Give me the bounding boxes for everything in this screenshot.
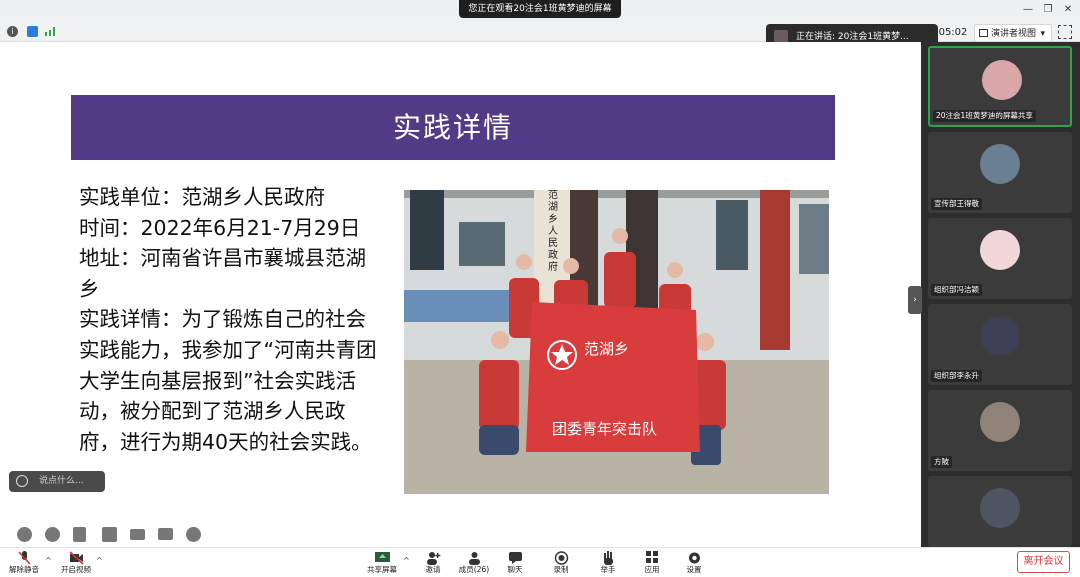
government-sign: 范湖乡人民政府 xyxy=(548,190,558,273)
participant-name: 20注会1班黄梦迪的屏幕共享 xyxy=(933,110,1036,122)
layout-icon xyxy=(979,29,988,37)
participant-tile[interactable]: 方陂 xyxy=(928,390,1072,471)
avatar xyxy=(982,60,1022,100)
restore-button[interactable]: ❐ xyxy=(1040,4,1056,15)
banner-text-top: 范湖乡 xyxy=(584,340,630,358)
practice-address: 地址：河南省许昌市襄城县范湖乡 xyxy=(79,246,366,301)
title-bar: 您正在观看20注会1班黄梦迪的屏幕 — ❐ ✕ xyxy=(0,0,1080,22)
share-screen-icon xyxy=(374,552,390,562)
mic-options-caret[interactable]: ^ xyxy=(45,556,52,565)
share-options-caret[interactable]: ^ xyxy=(403,556,410,565)
slide-body: 实践单位：范湖乡人民政府 时间：2022年6月21-7月29日 地址：河南省许昌… xyxy=(79,182,384,457)
settings-label: 设置 xyxy=(686,565,702,574)
screenshot-icon[interactable] xyxy=(102,527,117,542)
avatar xyxy=(980,230,1020,270)
control-bar: 解除静音 开启视频 共享屏幕 邀请 成员(26) 聊天 录制 举手 应用 设置 xyxy=(0,547,1080,577)
start-video-label: 开启视频 xyxy=(61,565,91,574)
more-icon[interactable] xyxy=(186,527,201,542)
raise-hand-label: 举手 xyxy=(600,565,616,574)
avatar xyxy=(980,488,1020,528)
banner-text-bottom: 团委青年突击队 xyxy=(552,420,658,438)
camera-icon[interactable] xyxy=(130,529,145,540)
team-photo: 范湖乡人民政府 范湖乡 团委青年突击队 xyxy=(404,190,829,494)
prev-icon[interactable] xyxy=(17,527,32,542)
start-video-button[interactable]: 开启视频 xyxy=(58,548,94,577)
participant-tile[interactable] xyxy=(928,476,1072,547)
practice-time: 时间：2022年6月21-7月29日 xyxy=(79,215,361,240)
members-icon xyxy=(468,552,480,565)
invite-button[interactable]: 邀请 xyxy=(420,548,446,577)
participant-name: 方陂 xyxy=(931,456,952,468)
record-button[interactable]: 录制 xyxy=(550,548,572,577)
shield-icon[interactable] xyxy=(27,26,38,37)
apps-icon xyxy=(645,551,658,563)
chat-label: 聊天 xyxy=(507,565,523,574)
camera-off-icon xyxy=(68,551,84,565)
apps-button[interactable]: 应用 xyxy=(641,548,663,577)
record-icon xyxy=(554,551,568,565)
hand-icon xyxy=(603,551,613,565)
raise-hand-button[interactable]: 举手 xyxy=(597,548,619,577)
share-screen-button[interactable]: 共享屏幕 xyxy=(364,548,400,577)
screen-share-banner: 您正在观看20注会1班黄梦迪的屏幕 xyxy=(459,0,621,18)
speaking-text: 正在讲话: 20注会1班黄梦... xyxy=(796,32,909,42)
avatar xyxy=(980,402,1020,442)
chat-placeholder: 说点什么... xyxy=(39,476,84,486)
chat-quick-input[interactable]: 说点什么... xyxy=(9,471,105,492)
invite-label: 邀请 xyxy=(425,565,441,574)
participant-tile[interactable]: 20注会1班黄梦迪的屏幕共享 xyxy=(928,46,1072,127)
close-button[interactable]: ✕ xyxy=(1060,4,1076,15)
shared-slide: 实践详情 实践单位：范湖乡人民政府 时间：2022年6月21-7月29日 地址：… xyxy=(0,42,921,547)
unmute-label: 解除静音 xyxy=(9,565,39,574)
participant-name: 组织部冯洁颖 xyxy=(931,284,982,296)
chevron-down-icon: ▾ xyxy=(1040,29,1045,39)
participant-tile[interactable]: 组织部冯洁颖 xyxy=(928,218,1072,299)
gear-icon xyxy=(688,552,700,564)
smile-icon xyxy=(16,475,28,487)
view-mode-label: 演讲者视图 xyxy=(991,29,1037,39)
play-icon[interactable] xyxy=(45,527,60,542)
members-button[interactable]: 成员(26) xyxy=(458,548,490,577)
fullscreen-icon[interactable] xyxy=(1058,25,1072,39)
participant-name: 宣传部王得敬 xyxy=(931,198,982,210)
participant-panel: 20注会1班黄梦迪的屏幕共享 宣传部王得敬 组织部冯洁颖 组织部李永升 方陂 xyxy=(921,42,1080,547)
view-mode-button[interactable]: 演讲者视图 ▾ xyxy=(974,24,1052,42)
practice-details: 实践详情：为了锻炼自己的社会实践能力，我参加了“河南共青团大学生向基层报到”社会… xyxy=(79,307,377,454)
participant-name: 组织部李永升 xyxy=(931,370,982,382)
video-options-caret[interactable]: ^ xyxy=(96,556,103,565)
comment-icon[interactable] xyxy=(158,528,173,540)
chat-button[interactable]: 聊天 xyxy=(504,548,526,577)
mic-muted-icon xyxy=(17,551,31,565)
add-user-icon xyxy=(426,552,440,565)
share-screen-label: 共享屏幕 xyxy=(367,565,397,574)
meeting-timer: 05:02 xyxy=(938,27,968,38)
record-label: 录制 xyxy=(553,565,569,574)
participant-tile[interactable]: 组织部李永升 xyxy=(928,304,1072,385)
collapse-panel-button[interactable]: › xyxy=(908,286,922,314)
participant-tile[interactable]: 宣传部王得敬 xyxy=(928,132,1072,213)
minimize-button[interactable]: — xyxy=(1020,4,1036,15)
slide-title: 实践详情 xyxy=(71,95,835,160)
meeting-window: { "window": { "share_banner": "您正在观看20注会… xyxy=(0,0,1080,577)
info-icon[interactable]: i xyxy=(7,26,18,37)
members-label: 成员(26) xyxy=(458,565,490,574)
settings-button[interactable]: 设置 xyxy=(683,548,705,577)
avatar xyxy=(980,144,1020,184)
signal-icon[interactable] xyxy=(45,26,56,37)
practice-unit: 实践单位：范湖乡人民政府 xyxy=(79,185,325,209)
apps-label: 应用 xyxy=(644,565,660,574)
unmute-button[interactable]: 解除静音 xyxy=(6,548,42,577)
pen-icon[interactable] xyxy=(73,527,86,542)
avatar xyxy=(980,316,1020,356)
leave-meeting-button[interactable]: 离开会议 xyxy=(1017,551,1070,573)
chat-icon xyxy=(508,552,522,564)
